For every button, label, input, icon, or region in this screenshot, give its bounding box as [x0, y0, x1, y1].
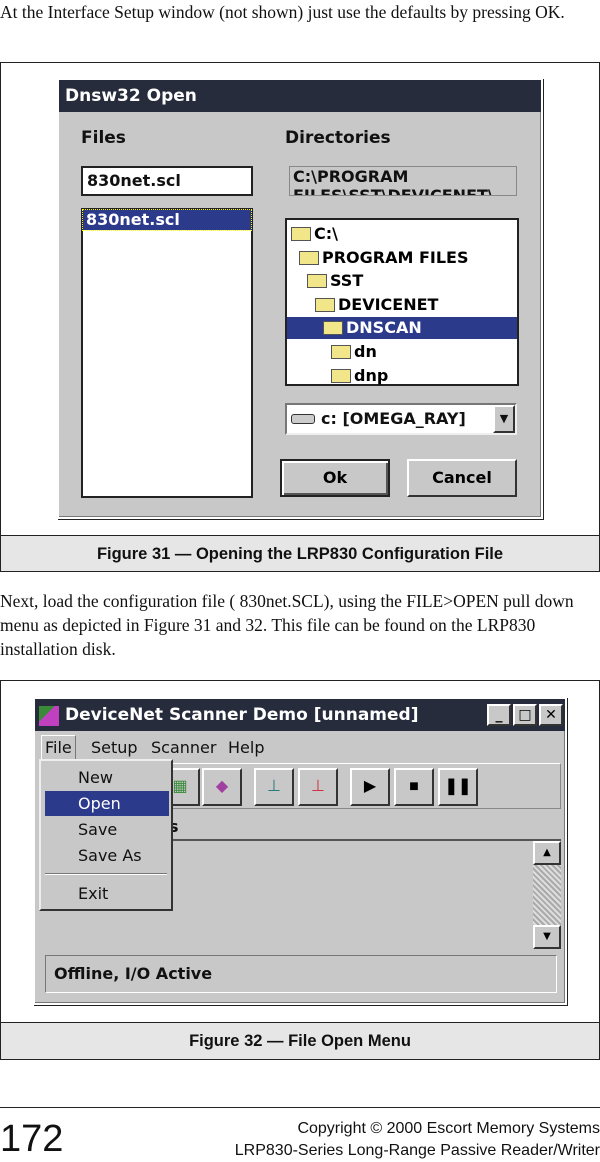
tree-item[interactable]: SST [307, 270, 363, 292]
scroll-down-icon[interactable]: ▼ [533, 925, 561, 949]
tree-item[interactable]: PROGRAM FILES [299, 247, 469, 269]
folder-icon [331, 345, 351, 359]
folder-icon [331, 369, 351, 383]
open-dialog: Dnsw32 Open Files Directories 830net.scl… [57, 78, 543, 519]
folder-open-icon [307, 274, 327, 288]
path-display: C:\PROGRAM FILES\SST\DEVICENET\ [289, 166, 517, 196]
tree-item-label: DNSCAN [346, 318, 422, 337]
app-icon [39, 706, 59, 726]
chevron-down-icon[interactable]: ▼ [493, 405, 515, 433]
file-item[interactable]: 830net.scl [82, 209, 252, 231]
menu-item-open[interactable]: Open [45, 791, 169, 816]
tree-item-label: PROGRAM FILES [322, 248, 469, 267]
stop-icon[interactable]: ■ [394, 768, 434, 806]
folder-open-icon [291, 227, 311, 241]
scroll-up-icon[interactable]: ▲ [533, 841, 561, 865]
tree-item-label: DEVICENET [338, 295, 439, 314]
directory-tree[interactable]: C:\ PROGRAM FILES SST DEVICENET DNSCAN d… [285, 218, 519, 386]
figure-32: DeviceNet Scanner Demo [unnamed] _ □ ✕ F… [0, 680, 600, 1023]
menu-item-save-as[interactable]: Save As [45, 843, 169, 868]
menu-separator [45, 873, 167, 875]
copyright: Copyright © 2000 Escort Memory Systems [297, 1120, 600, 1137]
menu-help[interactable]: Help [228, 736, 264, 760]
path-text-line2: FILES\SST\DEVICENET\ [293, 186, 494, 196]
menu-item-new[interactable]: New [45, 765, 169, 790]
product-name: LRP830-Series Long-Range Passive Reader/… [234, 1142, 600, 1159]
filename-input[interactable]: 830net.scl [81, 166, 253, 196]
menu-item-save[interactable]: Save [45, 817, 169, 842]
drive-select[interactable]: c: [OMEGA_RAY] ▼ [285, 403, 517, 435]
window-title: DeviceNet Scanner Demo [unnamed] _ □ ✕ [35, 699, 565, 731]
drive-value: c: [OMEGA_RAY] [321, 409, 466, 428]
intro-paragraph: At the Interface Setup window (not shown… [0, 2, 565, 22]
tree-item-label: dn [354, 342, 377, 361]
tree-item-selected[interactable]: DNSCAN [287, 317, 517, 339]
pause-icon[interactable]: ❚❚ [438, 768, 478, 806]
close-icon[interactable]: ✕ [539, 704, 563, 726]
play-icon[interactable]: ▶ [350, 768, 390, 806]
folder-open-icon [323, 321, 343, 335]
tree-item[interactable]: dnp [331, 365, 388, 387]
tree-item-label: C:\ [314, 224, 338, 243]
tree-item[interactable]: C:\ [291, 223, 338, 245]
figure-31: Dnsw32 Open Files Directories 830net.scl… [0, 62, 600, 536]
figure-31-caption: Figure 31 — Opening the LRP830 Configura… [0, 535, 600, 572]
minimize-icon[interactable]: _ [487, 704, 511, 726]
shapes-icon[interactable]: ◆ [202, 768, 242, 806]
dialog-title: Dnsw32 Open [59, 80, 541, 112]
menu-file[interactable]: File [41, 735, 76, 761]
folder-open-icon [315, 298, 335, 312]
scanner-window: DeviceNet Scanner Demo [unnamed] _ □ ✕ F… [33, 697, 567, 1005]
cancel-button[interactable]: Cancel [407, 459, 517, 497]
tree-item-label: dnp [354, 366, 389, 385]
menu-setup[interactable]: Setup [91, 736, 138, 760]
status-bar: Offline, I/O Active [45, 955, 557, 993]
drive-icon [291, 414, 315, 424]
tree-item[interactable]: dn [331, 341, 377, 363]
menu-item-exit[interactable]: Exit [45, 881, 169, 906]
files-label: Files [81, 128, 126, 148]
tree-item[interactable]: DEVICENET [315, 294, 438, 316]
network-in-icon[interactable]: ⊥ [254, 768, 294, 806]
figure-32-caption: Figure 32 — File Open Menu [0, 1022, 600, 1060]
file-menu-dropdown: New Open Save Save As Exit [39, 759, 173, 911]
files-listbox[interactable]: 830net.scl [81, 208, 253, 498]
menu-scanner[interactable]: Scanner [151, 736, 216, 760]
path-text: C:\PROGRAM [293, 167, 409, 186]
folder-open-icon [299, 251, 319, 265]
maximize-icon[interactable]: □ [513, 704, 537, 726]
ok-button[interactable]: Ok [280, 459, 390, 497]
tree-item-label: SST [330, 271, 364, 290]
footer-text: Copyright © 2000 Escort Memory Systems L… [235, 1118, 600, 1162]
footer-rule [0, 1107, 600, 1108]
directories-label: Directories [285, 128, 391, 148]
page-number: 172 [0, 1118, 64, 1160]
vertical-scrollbar[interactable]: ▲ ▼ [533, 841, 561, 949]
window-title-text: DeviceNet Scanner Demo [unnamed] [65, 705, 419, 725]
body-paragraph: Next, load the configuration file ( 830n… [0, 591, 574, 659]
network-out-icon[interactable]: ⊥ [298, 768, 338, 806]
